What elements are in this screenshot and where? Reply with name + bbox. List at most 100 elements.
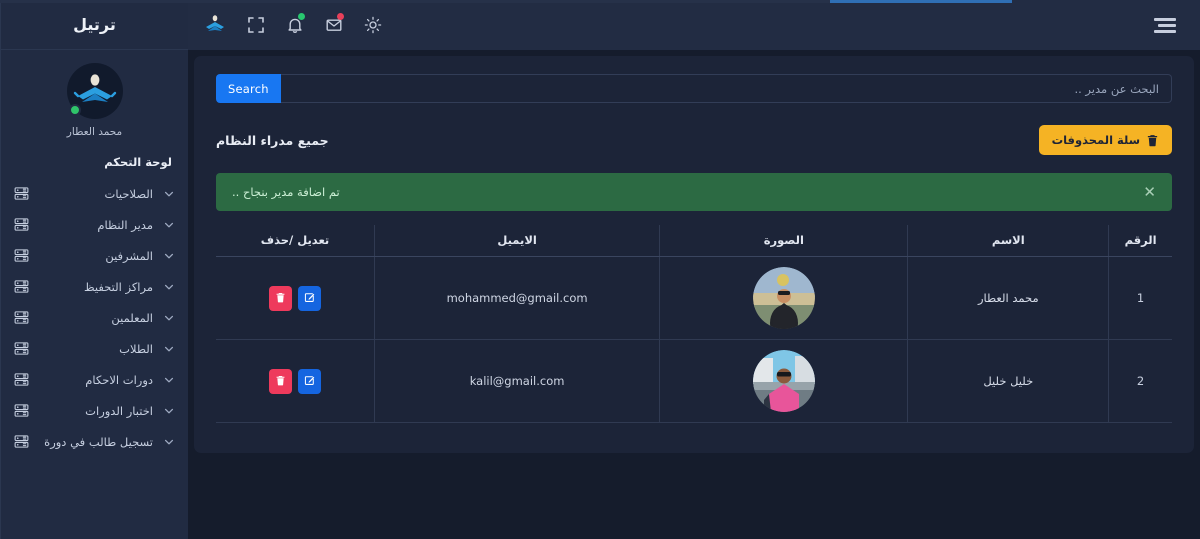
hamburger-line: [1154, 29, 1176, 33]
envelope-badge-dot: [337, 13, 344, 20]
chevron-down-icon[interactable]: [163, 406, 175, 416]
chevron-down-icon[interactable]: [163, 251, 175, 261]
hamburger-line: [1154, 17, 1176, 21]
sidebar-brand-header: ترتيل: [1, 0, 188, 50]
cell-actions: [216, 339, 375, 423]
chevron-down-icon[interactable]: [163, 282, 175, 292]
edit-row-button[interactable]: [297, 368, 321, 394]
server-icon: [13, 310, 29, 325]
sidebar-item-label: الطلاب: [119, 341, 153, 356]
sidebar-user-name: محمد العطار: [66, 126, 123, 138]
table-body: 1 محمد العطار mohammed@gmail.com 2 خليل …: [216, 256, 1172, 423]
sidebar-item-6[interactable]: دورات الاحكام: [1, 364, 188, 395]
server-icon: [13, 341, 29, 356]
sidebar-item-3[interactable]: مراكز التحفيظ: [1, 271, 188, 302]
server-icon: [13, 403, 29, 418]
avatar: [752, 267, 815, 329]
chevron-down-icon[interactable]: [163, 220, 175, 230]
row-action-group: [228, 368, 362, 394]
hamburger-line: [1158, 23, 1176, 27]
cell-image: [659, 256, 908, 340]
brand-title: ترتيل: [73, 15, 116, 34]
sidebar-item-2[interactable]: المشرفين: [1, 240, 188, 271]
sidebar-item-8[interactable]: تسجيل طالب في دورة: [1, 426, 188, 457]
online-status-dot: [68, 104, 81, 116]
server-icon: [13, 217, 29, 232]
envelope-icon[interactable]: [323, 13, 345, 36]
table-head: الرقم الاسم الصورة الايميل تعديل /حذف: [216, 225, 1172, 257]
deleted-items-button[interactable]: سلة المحذوفات: [1038, 125, 1172, 155]
close-icon[interactable]: ✕: [1143, 184, 1156, 200]
cell-name: خليل خليل: [907, 339, 1109, 423]
avatar-wrapper[interactable]: [66, 63, 123, 119]
chevron-down-icon[interactable]: [163, 313, 175, 323]
fullscreen-icon[interactable]: [245, 14, 267, 36]
sidebar-menu-list: الصلاحيات مدير النظام المشرفين مراكز الت…: [1, 178, 188, 457]
column-header-image: الصورة: [659, 225, 908, 257]
column-header-actions: تعديل /حذف: [216, 225, 375, 257]
server-icon: [13, 248, 29, 263]
app-root: Search جميع مدراء النظام سلة المحذوفات: [0, 0, 1200, 539]
sidebar-profile: محمد العطار: [1, 50, 188, 146]
sidebar-item-7[interactable]: اختبار الدورات: [1, 395, 188, 426]
sidebar-item-label: تسجيل طالب في دورة: [44, 434, 153, 449]
cell-email: kalil@gmail.com: [373, 339, 660, 423]
table-row: 2 خليل خليل kalil@gmail.com: [216, 339, 1172, 423]
success-alert-message: تم اضافة مدير بنجاح ..: [232, 185, 340, 199]
brand-logo-icon[interactable]: [202, 12, 228, 38]
search-button[interactable]: Search: [216, 74, 281, 103]
column-header-id: الرقم: [1108, 225, 1172, 257]
sidebar-item-label: اختبار الدورات: [85, 403, 153, 418]
pencil-square-icon: [304, 291, 315, 306]
sidebar-item-4[interactable]: المعلمين: [1, 302, 188, 333]
sidebar-item-label: دورات الاحكام: [85, 372, 153, 387]
bell-badge-dot: [298, 13, 305, 20]
page-load-progress-bar: [829, 0, 1012, 3]
main-content-column: Search جميع مدراء النظام سلة المحذوفات: [188, 0, 1200, 539]
success-alert: تم اضافة مدير بنجاح .. ✕: [216, 173, 1172, 211]
cell-id: 1: [1108, 256, 1172, 340]
trash-icon: [275, 291, 286, 306]
panel-heading-row: جميع مدراء النظام سلة المحذوفات: [216, 125, 1172, 155]
sidebar-item-label: المشرفين: [105, 248, 153, 263]
sidebar-section-title: لوحة التحكم: [104, 155, 172, 169]
sidebar-item-0[interactable]: الصلاحيات: [1, 178, 188, 209]
edit-row-button[interactable]: [297, 285, 321, 311]
cell-id: 2: [1108, 339, 1172, 423]
top-header-bar: [188, 0, 1200, 50]
server-icon: [13, 186, 29, 201]
sidebar-item-label: مدير النظام: [97, 217, 153, 232]
server-icon: [13, 372, 29, 387]
brightness-icon[interactable]: [362, 14, 384, 36]
trash-icon: [275, 374, 286, 389]
admins-panel-card: Search جميع مدراء النظام سلة المحذوفات: [194, 56, 1194, 453]
hamburger-icon[interactable]: [1150, 14, 1180, 37]
server-icon: [13, 434, 29, 449]
row-action-group: [228, 285, 362, 311]
table-header-row: الرقم الاسم الصورة الايميل تعديل /حذف: [216, 225, 1172, 257]
sidebar-item-label: المعلمين: [111, 310, 153, 325]
cell-email: mohammed@gmail.com: [373, 256, 660, 340]
sidebar-item-5[interactable]: الطلاب: [1, 333, 188, 364]
cell-actions: [216, 256, 375, 340]
server-icon: [13, 279, 29, 294]
trash-icon: [1146, 134, 1159, 147]
header-icon-group: [202, 12, 384, 38]
header-menu-zone: [1150, 14, 1180, 37]
chevron-down-icon[interactable]: [163, 437, 175, 447]
sidebar-item-label: الصلاحيات: [104, 186, 153, 201]
page-title: جميع مدراء النظام: [216, 132, 329, 148]
avatar: [752, 350, 815, 412]
chevron-down-icon[interactable]: [163, 344, 175, 354]
delete-row-button[interactable]: [268, 285, 292, 311]
sidebar-item-1[interactable]: مدير النظام: [1, 209, 188, 240]
bell-icon[interactable]: [284, 13, 306, 36]
delete-row-button[interactable]: [268, 368, 292, 394]
search-row: Search: [216, 74, 1172, 103]
content-area: Search جميع مدراء النظام سلة المحذوفات: [188, 50, 1200, 539]
chevron-down-icon[interactable]: [163, 375, 175, 385]
search-input[interactable]: [280, 74, 1172, 103]
page-load-progress-track: [0, 0, 1012, 3]
chevron-down-icon[interactable]: [163, 189, 175, 199]
pencil-square-icon: [304, 374, 315, 389]
